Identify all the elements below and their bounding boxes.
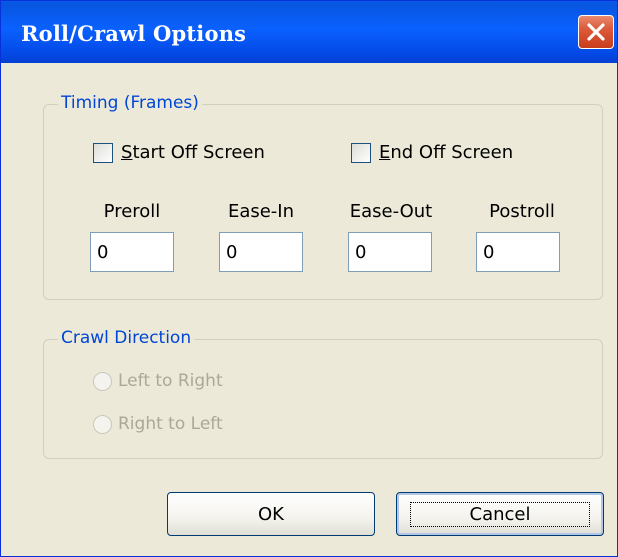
ease-in-label: Ease-In — [227, 201, 295, 222]
ok-button[interactable]: OK — [167, 492, 375, 536]
end-off-screen-box[interactable] — [351, 142, 371, 163]
right-to-left-radio[interactable]: Right to Left — [93, 414, 223, 434]
window-title: Roll/Crawl Options — [21, 21, 247, 46]
ease-out-label: Ease-Out — [349, 201, 433, 222]
start-off-screen-checkbox[interactable]: Start Off Screen — [93, 142, 265, 163]
dialog-window: Roll/Crawl Options Timing (Frames) Start… — [0, 0, 618, 557]
end-off-screen-label: End Off Screen — [379, 142, 514, 163]
crawl-direction-groupbox: Crawl Direction — [43, 328, 603, 459]
preroll-input[interactable] — [90, 232, 174, 272]
crawl-direction-legend: Crawl Direction — [58, 328, 195, 348]
start-off-screen-box[interactable] — [93, 142, 113, 163]
left-to-right-radio[interactable]: Left to Right — [93, 371, 223, 391]
cancel-button[interactable]: Cancel — [396, 492, 604, 536]
cancel-button-label: Cancel — [410, 501, 590, 527]
postroll-label: Postroll — [489, 201, 555, 222]
ease-out-input[interactable] — [348, 232, 432, 272]
ease-in-input[interactable] — [219, 232, 303, 272]
timing-legend: Timing (Frames) — [58, 93, 202, 113]
preroll-label: Preroll — [103, 201, 161, 222]
title-bar[interactable]: Roll/Crawl Options — [1, 1, 617, 63]
right-to-left-radio-circle[interactable] — [93, 414, 112, 434]
left-to-right-label: Left to Right — [118, 371, 223, 391]
start-off-screen-label: Start Off Screen — [121, 142, 265, 163]
right-to-left-label: Right to Left — [118, 414, 223, 434]
postroll-input[interactable] — [476, 232, 560, 272]
left-to-right-radio-circle[interactable] — [93, 371, 112, 391]
end-off-screen-checkbox[interactable]: End Off Screen — [351, 142, 513, 163]
close-button[interactable] — [578, 15, 614, 49]
close-x-icon — [587, 23, 605, 41]
